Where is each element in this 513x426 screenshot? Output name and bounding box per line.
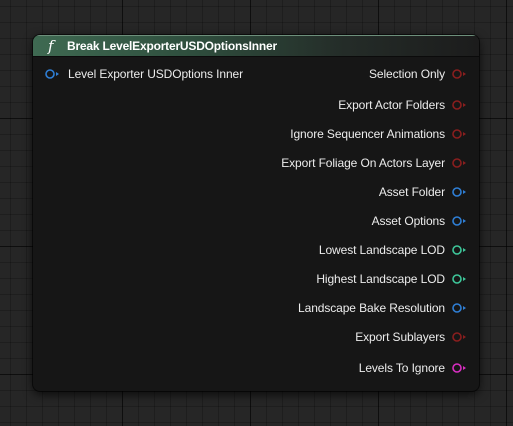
int-output-pin-icon[interactable] <box>452 274 467 284</box>
struct-input-pin-icon[interactable] <box>45 69 60 79</box>
struct-output-pin-icon[interactable] <box>452 216 467 226</box>
output-pin-label-levels-to-ignore: Levels To Ignore <box>358 361 445 375</box>
output-pin-label-export-actor-folders: Export Actor Folders <box>338 98 445 112</box>
node-title: Break LevelExporterUSDOptionsInner <box>67 39 277 53</box>
int-output-pin-icon[interactable] <box>452 245 467 255</box>
output-pin-label-selection-only: Selection Only <box>369 67 445 81</box>
bool-output-pin-icon[interactable] <box>452 158 467 168</box>
struct-output-pin-icon[interactable] <box>452 187 467 197</box>
input-pin-label: Level Exporter USDOptions Inner <box>68 67 243 81</box>
output-pin-label-ignore-sequencer-animations: Ignore Sequencer Animations <box>290 127 445 141</box>
output-pin-label-asset-options: Asset Options <box>371 214 446 228</box>
output-pin-label-highest-landscape-lod: Highest Landscape LOD <box>316 272 445 286</box>
output-pin-label-asset-folder: Asset Folder <box>378 185 445 199</box>
struct-output-pin-icon[interactable] <box>452 303 467 313</box>
break-struct-node[interactable]: f Break LevelExporterUSDOptionsInner Lev… <box>33 35 479 391</box>
set-output-pin-icon[interactable] <box>452 363 467 373</box>
output-pin-label-export-foliage-on-actors-layer: Export Foliage On Actors Layer <box>281 156 445 170</box>
bool-output-pin-icon[interactable] <box>452 69 467 79</box>
node-header[interactable]: f Break LevelExporterUSDOptionsInner <box>33 35 479 57</box>
bool-output-pin-icon[interactable] <box>452 100 467 110</box>
output-pin-label-export-sublayers: Export Sublayers <box>355 330 445 344</box>
bool-output-pin-icon[interactable] <box>452 332 467 342</box>
bool-output-pin-icon[interactable] <box>452 129 467 139</box>
output-pin-label-lowest-landscape-lod: Lowest Landscape LOD <box>318 243 445 257</box>
function-icon: f <box>48 37 54 55</box>
output-pin-label-landscape-bake-resolution: Landscape Bake Resolution <box>298 301 445 315</box>
